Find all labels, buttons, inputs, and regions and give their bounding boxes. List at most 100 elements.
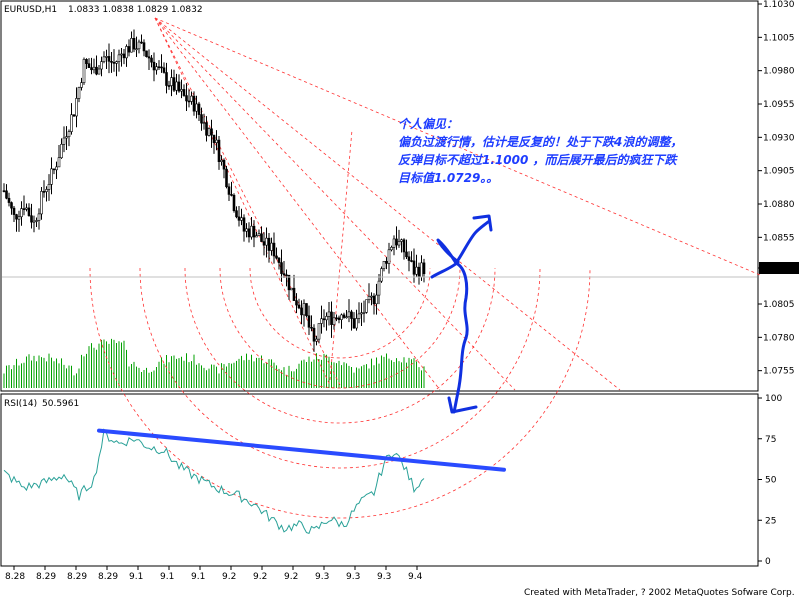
candle-body (412, 260, 416, 275)
candle-body (317, 323, 321, 340)
candle-body (250, 225, 253, 238)
annotation-line-4: 目标值1.0729。。 (398, 171, 498, 185)
rsi-tick-label: 25 (765, 516, 776, 526)
candle-body (67, 131, 71, 137)
time-axis: 8.28 8.29 8.29 8.29 9.1 9.1 9.1 9.2 9.2 9.2 9.3 9.3… (5, 566, 423, 582)
candle-body (415, 266, 418, 275)
rsi-tick-label: 0 (765, 557, 771, 567)
price-tick-label: 1.0880 (763, 200, 795, 210)
candle-body (397, 241, 401, 246)
candle-body (15, 214, 18, 220)
candle-body (85, 59, 88, 64)
candle-body (292, 287, 296, 301)
candle-body (5, 190, 8, 199)
candle-body (400, 239, 403, 242)
time-tick-label: 9.1 (129, 572, 143, 582)
candle-body (222, 159, 226, 170)
candle-body (92, 66, 96, 71)
candle-body (282, 273, 286, 276)
candle-body (295, 300, 298, 306)
candle-body (160, 66, 163, 69)
candle-body (175, 81, 178, 91)
time-tick-label: 8.29 (98, 572, 118, 582)
price-tick-label: 1.0980 (763, 67, 795, 77)
time-tick-label: 9.4 (408, 572, 423, 582)
quote-values: 1.0833 1.0838 1.0829 1.0832 (68, 5, 203, 15)
candle-body (47, 184, 51, 190)
candle-body (230, 194, 233, 196)
candle-body (385, 260, 388, 264)
candle-body (127, 46, 131, 53)
candle-body (117, 54, 121, 62)
annotation-line-3: 反弹目标不超过1.1000 ，而后展开最后的疯狂下跌 (398, 153, 678, 167)
candle-body (355, 318, 358, 329)
rsi-tick-label: 50 (765, 476, 777, 486)
candle-body (272, 242, 276, 257)
candle-body (50, 168, 53, 185)
candle-body (382, 260, 386, 269)
candle-body (320, 318, 323, 324)
candle-body (215, 139, 218, 143)
candle-body (345, 316, 348, 319)
candle-body (2, 190, 6, 192)
candle-body (190, 95, 193, 102)
rsi-tick-label: 75 (765, 435, 776, 445)
candle-body (57, 157, 61, 168)
candle-body (312, 327, 316, 342)
candle-body (72, 114, 76, 117)
candle-body (70, 114, 73, 132)
candle-body (102, 56, 106, 62)
candle-body (300, 307, 303, 316)
candle-body (200, 114, 203, 124)
price-tick-label: 1.0955 (763, 100, 795, 110)
price-tick-label: 1.1030 (763, 0, 795, 10)
candle-body (132, 38, 136, 50)
rsi-value: 50.5961 (42, 399, 79, 409)
candle-body (100, 61, 103, 70)
candle-body (152, 61, 156, 71)
candle-body (237, 216, 241, 221)
candle-body (245, 228, 248, 232)
candle-body (95, 66, 98, 75)
candle-body (7, 197, 11, 203)
candle-body (40, 191, 43, 215)
candle-body (255, 235, 258, 238)
price-tick-label: 1.0832 (763, 264, 795, 274)
candle-body (402, 239, 406, 253)
price-tick-label: 1.0930 (763, 133, 795, 143)
candle-body (235, 210, 238, 218)
candle-body (322, 318, 326, 321)
candle-body (42, 191, 46, 193)
candle-body (377, 280, 381, 296)
candle-body (22, 208, 26, 210)
price-axis: 1.1030 1.1005 1.0980 1.0955 1.0930 1.0905 1.08… (758, 0, 799, 377)
time-tick-label: 9.3 (315, 572, 329, 582)
time-tick-label: 8.28 (5, 572, 25, 582)
candle-body (182, 89, 186, 96)
candle-body (140, 41, 143, 44)
candle-body (212, 134, 216, 143)
candle-body (260, 233, 263, 242)
time-tick-label: 9.3 (377, 572, 391, 582)
candle-body (125, 46, 128, 59)
candle-body (60, 143, 63, 159)
candle-body (150, 57, 153, 63)
candle-body (360, 312, 363, 315)
candle-body (420, 262, 423, 278)
candle-body (350, 311, 353, 319)
rsi-axis: 100 75 50 25 0 (758, 394, 782, 567)
candle-body (122, 53, 126, 59)
time-tick-label: 8.29 (36, 572, 56, 582)
candle-body (165, 72, 168, 86)
candle-body (280, 262, 283, 274)
candle-body (137, 41, 141, 50)
candle-body (247, 228, 251, 238)
candle-body (65, 136, 68, 139)
price-panel-frame (0, 0, 759, 392)
candle-body (332, 317, 336, 325)
candle-body (87, 63, 91, 68)
footer-credit: Created with MetaTrader, ? 2002 MetaQuot… (524, 588, 795, 598)
candle-body (25, 207, 28, 210)
candle-body (97, 68, 101, 75)
symbol-label: EURUSD,H1 (4, 5, 57, 15)
